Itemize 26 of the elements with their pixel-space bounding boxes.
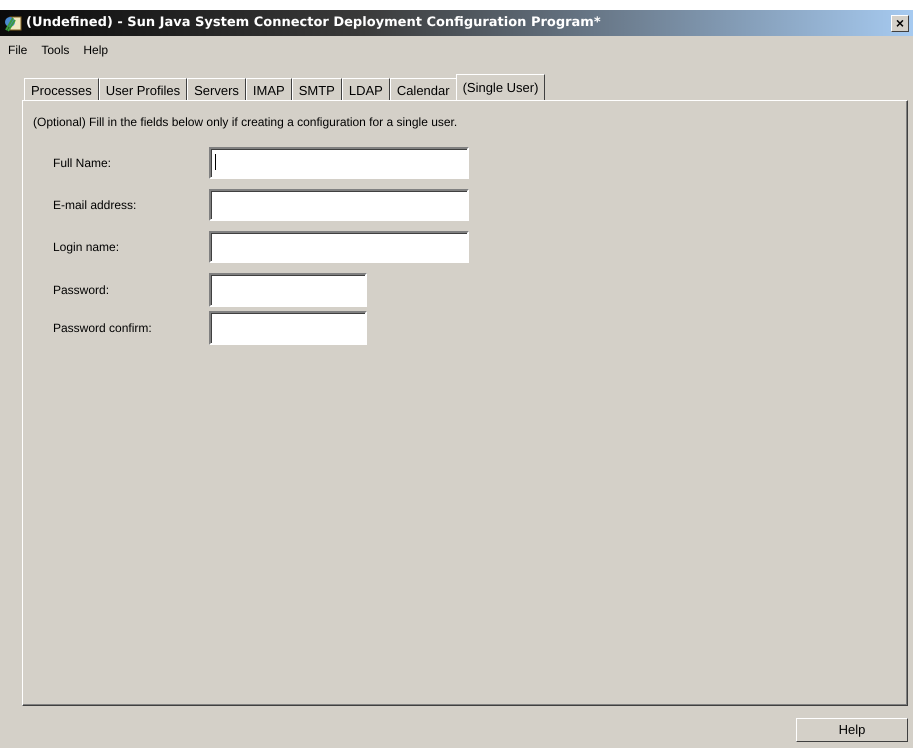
help-button[interactable]: Help bbox=[796, 718, 908, 742]
window-title: (Undefined) - Sun Java System Connector Deployment Configuration Program* bbox=[26, 14, 601, 32]
tab[interactable]: Processes bbox=[24, 78, 99, 100]
field-label: Full Name: bbox=[52, 155, 112, 172]
tab[interactable]: (Single User) bbox=[456, 74, 546, 100]
input-field[interactable] bbox=[209, 273, 367, 307]
tab[interactable]: Servers bbox=[187, 78, 246, 100]
input-field[interactable] bbox=[209, 189, 469, 221]
intro-text: (Optional) Fill in the fields below only if creating a configuration for a single user. bbox=[33, 114, 458, 131]
app-icon bbox=[4, 14, 22, 32]
tab[interactable]: SMTP bbox=[292, 78, 342, 100]
input-field[interactable] bbox=[209, 147, 469, 179]
tab[interactable]: LDAP bbox=[342, 78, 390, 100]
tab[interactable]: IMAP bbox=[246, 78, 292, 100]
menu-item[interactable]: File bbox=[6, 41, 30, 59]
input-field[interactable] bbox=[209, 311, 367, 345]
tab[interactable]: User Profiles bbox=[98, 78, 188, 100]
field-label: E-mail address: bbox=[52, 197, 138, 214]
field-label: Password: bbox=[52, 282, 110, 299]
menu-item[interactable]: Tools bbox=[39, 41, 72, 59]
menu-item[interactable]: Help bbox=[81, 41, 110, 59]
field-label: Password confirm: bbox=[52, 320, 153, 337]
input-field[interactable] bbox=[209, 231, 469, 263]
field-label: Login name: bbox=[52, 239, 120, 256]
tab[interactable]: Calendar bbox=[390, 78, 457, 100]
close-button[interactable]: × bbox=[891, 14, 909, 32]
